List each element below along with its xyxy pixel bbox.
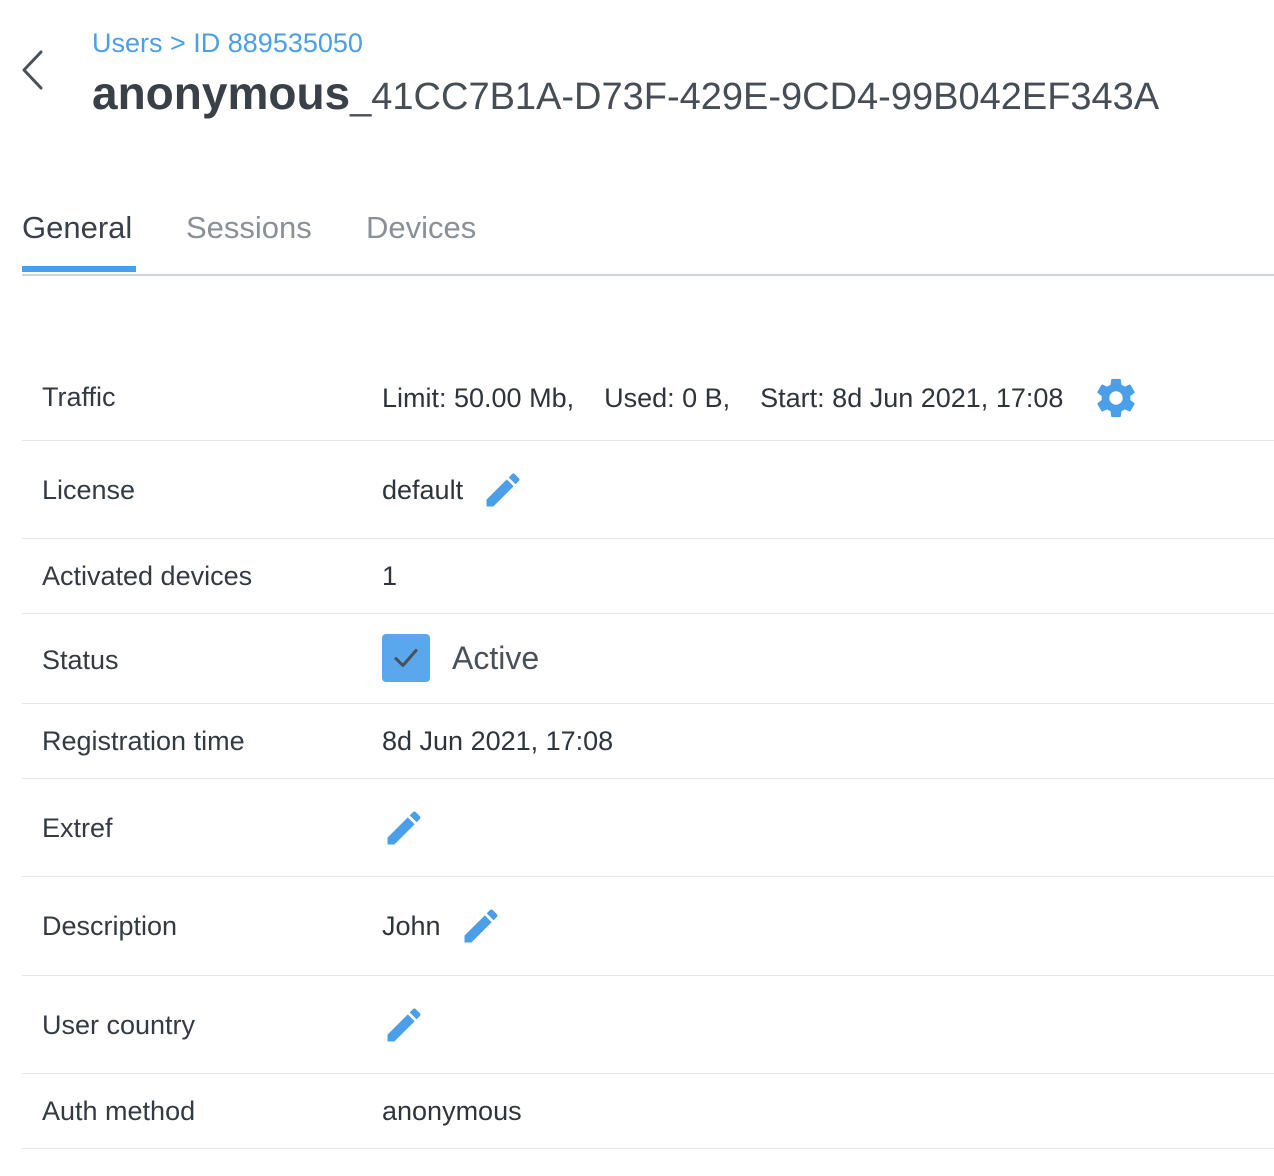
- page-title-id: _41CC7B1A-D73F-429E-9CD4-99B042EF343A: [350, 76, 1160, 118]
- description-text: John: [382, 910, 441, 941]
- row-license: License default: [22, 441, 1274, 539]
- activated-devices-label: Activated devices: [42, 561, 253, 591]
- back-button[interactable]: [14, 46, 54, 94]
- traffic-value: Limit: 50.00 Mb, Used: 0 B, Start: 8d Ju…: [382, 374, 1139, 422]
- page-title-username: anonymous: [92, 67, 351, 119]
- breadcrumb[interactable]: Users > ID 889535050: [92, 28, 363, 59]
- checkmark-icon: [394, 649, 418, 667]
- license-value: default: [382, 467, 525, 513]
- row-description: Description John: [22, 877, 1274, 976]
- tab-sessions[interactable]: Sessions: [186, 210, 312, 272]
- tab-general-label: General: [22, 210, 133, 245]
- tab-general[interactable]: General: [22, 210, 132, 272]
- row-user-country: User country: [22, 976, 1274, 1074]
- tab-devices-label: Devices: [366, 210, 477, 245]
- status-label: Status: [42, 645, 119, 675]
- page-title: anonymous_41CC7B1A-D73F-429E-9CD4-99B042…: [92, 66, 1159, 120]
- auth-method-text: anonymous: [382, 1096, 522, 1126]
- tab-devices[interactable]: Devices: [366, 210, 476, 272]
- description-value: John: [382, 903, 503, 949]
- registration-time-value: 8d Jun 2021, 17:08: [382, 726, 613, 757]
- row-traffic: Traffic Limit: 50.00 Mb, Used: 0 B, Star…: [22, 356, 1274, 441]
- traffic-used: Used: 0 B,: [604, 382, 731, 413]
- status-value: Active: [382, 634, 539, 682]
- pencil-icon[interactable]: [459, 904, 503, 948]
- tab-bar: General Sessions Devices: [22, 210, 1274, 276]
- extref-label: Extref: [42, 813, 113, 843]
- row-activated-devices: Activated devices 1: [22, 539, 1274, 614]
- auth-method-value: anonymous: [382, 1096, 522, 1127]
- license-text: default: [382, 474, 464, 505]
- auth-method-label: Auth method: [42, 1096, 196, 1126]
- registration-time-text: 8d Jun 2021, 17:08: [382, 726, 614, 756]
- pencil-icon[interactable]: [382, 806, 426, 850]
- activated-devices-value: 1: [382, 561, 397, 592]
- extref-value: [382, 805, 426, 851]
- license-label: License: [42, 475, 136, 505]
- traffic-limit: Limit: 50.00 Mb,: [382, 382, 575, 413]
- user-country-value: [382, 1002, 426, 1048]
- traffic-label: Traffic: [42, 382, 116, 412]
- chevron-left-icon: [22, 50, 43, 90]
- row-extref: Extref: [22, 779, 1274, 877]
- active-tab-indicator: [22, 266, 136, 272]
- status-checkbox[interactable]: [382, 634, 430, 682]
- pencil-icon[interactable]: [481, 468, 525, 512]
- activated-devices-count: 1: [382, 561, 398, 591]
- row-registration-time: Registration time 8d Jun 2021, 17:08: [22, 704, 1274, 779]
- user-details: Traffic Limit: 50.00 Mb, Used: 0 B, Star…: [22, 356, 1274, 1149]
- user-country-label: User country: [42, 1010, 196, 1040]
- row-status: Status Active: [22, 614, 1274, 704]
- traffic-start: Start: 8d Jun 2021, 17:08: [760, 382, 1064, 413]
- status-text: Active: [452, 639, 540, 676]
- gear-icon[interactable]: [1093, 375, 1139, 421]
- tab-sessions-label: Sessions: [186, 210, 312, 245]
- registration-time-label: Registration time: [42, 726, 245, 756]
- description-label: Description: [42, 911, 178, 941]
- row-auth-method: Auth method anonymous: [22, 1074, 1274, 1149]
- pencil-icon[interactable]: [382, 1003, 426, 1047]
